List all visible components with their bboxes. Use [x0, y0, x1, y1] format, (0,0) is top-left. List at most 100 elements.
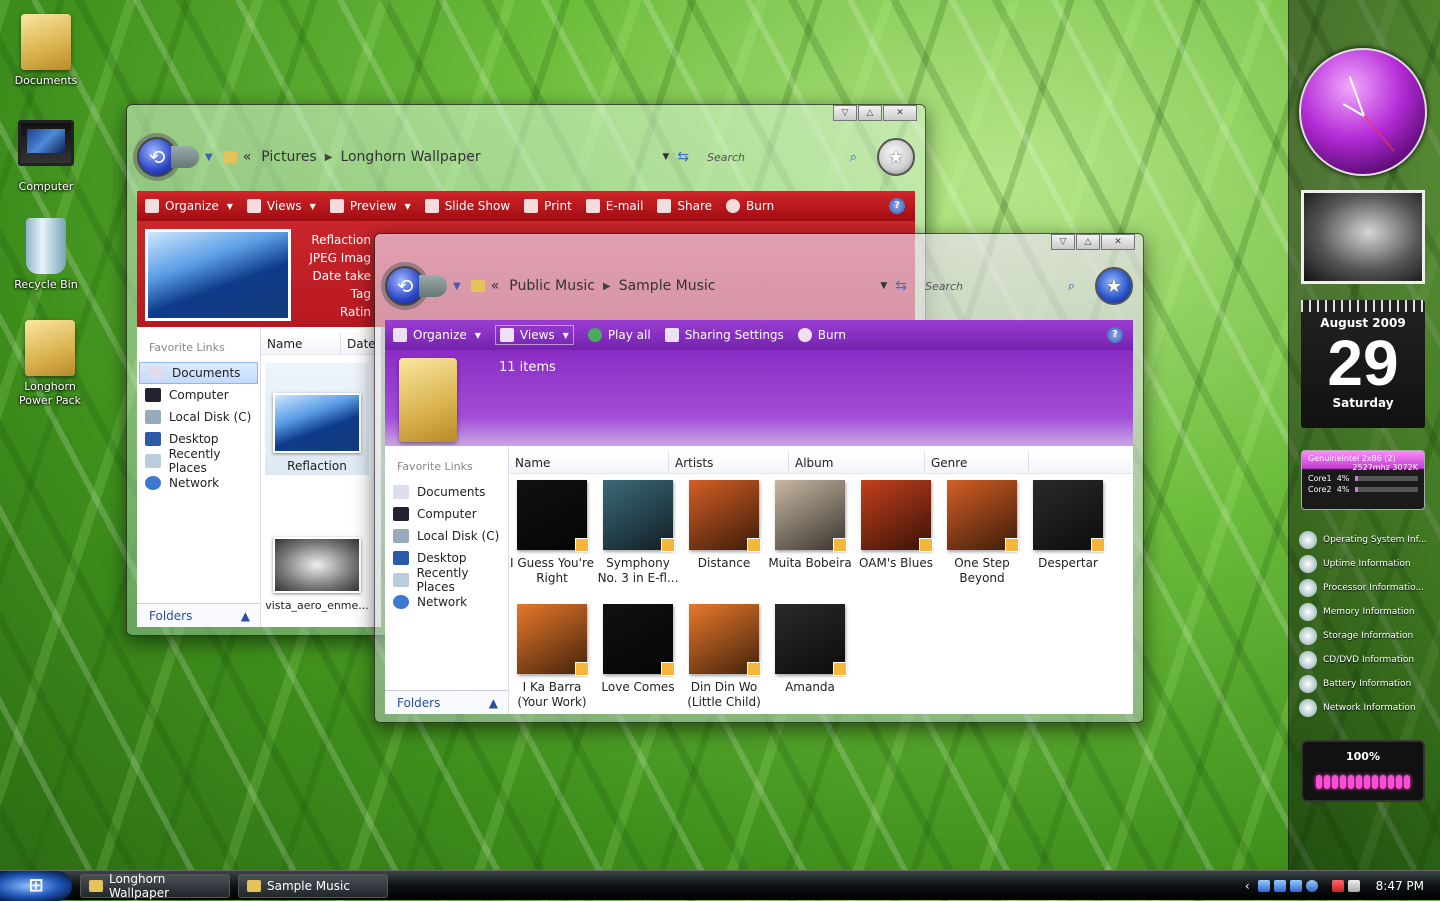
window-music[interactable]: ▽ △ ✕ ⟲ ▼ « Public Music ▶ Sample Music … — [374, 233, 1144, 723]
breadcrumb-sample-music[interactable]: Sample Music — [619, 278, 716, 294]
close-button[interactable]: ✕ — [1101, 234, 1135, 250]
album-tile[interactable]: I Guess You're Right — [509, 480, 595, 586]
album-tile[interactable]: I Ka Barra (Your Work) — [509, 604, 595, 710]
nav-item-recent-places[interactable]: Recently Places — [137, 447, 260, 475]
refresh-icon[interactable]: ⇆ — [895, 278, 907, 294]
file-item[interactable]: vista_aero_enme... — [265, 537, 369, 612]
nav-item-documents[interactable]: Documents — [139, 362, 258, 384]
tray-app-icon[interactable] — [1305, 879, 1318, 892]
address-dropdown-icon[interactable]: ▼ — [662, 152, 669, 162]
nav-item-network[interactable]: Network — [385, 591, 508, 613]
file-item[interactable]: Reflaction — [265, 363, 369, 475]
email-button[interactable]: E-mail — [585, 199, 643, 213]
column-album[interactable]: Album — [789, 452, 925, 473]
breadcrumb-public-music[interactable]: Public Music — [509, 278, 595, 294]
volume-icon[interactable] — [1347, 879, 1360, 892]
start-button[interactable]: ⊞ — [0, 870, 72, 901]
sysinfo-cddvd[interactable]: CD/DVD Information — [1299, 648, 1435, 672]
print-button[interactable]: Print — [524, 199, 572, 213]
breadcrumb-prefix[interactable]: « — [243, 149, 252, 165]
organize-button[interactable]: Organize ▼ — [393, 328, 481, 342]
sysinfo-uptime[interactable]: Uptime Information — [1299, 552, 1435, 576]
slide-show-button[interactable]: Slide Show — [424, 199, 510, 213]
forward-button[interactable] — [171, 146, 199, 168]
minimize-button[interactable]: ▽ — [1051, 234, 1075, 250]
album-tile[interactable]: Muita Bobeira — [767, 480, 853, 571]
desktop-icon-documents[interactable]: Documents — [6, 14, 86, 87]
minimize-button[interactable]: ▽ — [833, 105, 857, 121]
clock-time[interactable]: 8:47 PM — [1376, 879, 1424, 893]
clock-gadget[interactable] — [1299, 48, 1427, 176]
help-icon[interactable]: ? — [1107, 327, 1123, 343]
nav-item-network[interactable]: Network — [137, 472, 260, 494]
help-icon[interactable]: ? — [889, 198, 905, 214]
history-dropdown[interactable]: ▼ — [205, 152, 213, 163]
album-tile[interactable]: Distance — [681, 480, 767, 571]
desktop-icon-computer[interactable]: Computer — [6, 120, 86, 193]
album-tile[interactable]: One Step Beyond — [939, 480, 1025, 586]
burn-button[interactable]: Burn — [797, 328, 846, 342]
album-tile[interactable]: OAM's Blues — [853, 480, 939, 571]
taskbar-button-longhorn-wallpaper[interactable]: Longhorn Wallpaper — [80, 872, 230, 900]
close-button[interactable]: ✕ — [883, 105, 917, 121]
refresh-icon[interactable]: ⇆ — [677, 149, 689, 165]
nav-item-computer[interactable]: Computer — [137, 384, 260, 406]
desktop-icon-recycle-bin[interactable]: Recycle Bin — [6, 218, 86, 291]
preview-button[interactable]: Preview ▼ — [329, 199, 411, 213]
nav-item-local-disk[interactable]: Local Disk (C) — [385, 525, 508, 547]
album-tile[interactable]: Din Din Wo (Little Child) — [681, 604, 767, 710]
views-button[interactable]: Views ▼ — [246, 199, 316, 213]
network-icon[interactable] — [1331, 879, 1344, 892]
sysinfo-memory[interactable]: Memory Information — [1299, 600, 1435, 624]
maximize-button[interactable]: △ — [1076, 234, 1100, 250]
sharing-settings-button[interactable]: Sharing Settings — [664, 328, 784, 342]
history-dropdown[interactable]: ▼ — [453, 281, 461, 292]
forward-button[interactable] — [419, 275, 447, 297]
search-input[interactable]: Search ⌕ — [697, 145, 867, 169]
sysinfo-storage[interactable]: Storage Information — [1299, 624, 1435, 648]
album-tile[interactable]: Despertar — [1025, 480, 1111, 571]
nav-item-documents[interactable]: Documents — [385, 481, 508, 503]
column-genre[interactable]: Genre — [925, 452, 1029, 473]
folders-toggle[interactable]: Folders ▲ — [137, 603, 260, 627]
share-button[interactable]: Share — [657, 199, 712, 213]
nav-item-local-disk[interactable]: Local Disk (C) — [137, 406, 260, 428]
album-tile[interactable]: Love Comes — [595, 604, 681, 695]
breadcrumb-prefix[interactable]: « — [491, 278, 500, 294]
address-dropdown-icon[interactable]: ▼ — [880, 281, 887, 291]
desktop-icon-power-pack[interactable]: Longhorn Power Pack — [10, 320, 90, 408]
folders-toggle[interactable]: Folders ▲ — [385, 690, 508, 714]
sysinfo-processor[interactable]: Processor Informatio... — [1299, 576, 1435, 600]
nav-item-recent-places[interactable]: Recently Places — [385, 566, 508, 594]
burn-button[interactable]: Burn — [726, 199, 774, 213]
sysinfo-os[interactable]: Operating System Inf... — [1299, 528, 1435, 552]
organize-button[interactable]: Organize ▼ — [145, 199, 233, 213]
search-input[interactable]: Search ⌕ — [915, 274, 1085, 298]
search-icon[interactable]: ⌕ — [850, 150, 857, 165]
maximize-button[interactable]: △ — [858, 105, 882, 121]
tray-app-icon[interactable] — [1273, 879, 1286, 892]
slideshow-gadget[interactable] — [1301, 190, 1425, 284]
cpu-meter-gadget[interactable]: GenuineIntel 2x86 (2) 2527mhz 3072K Core… — [1301, 450, 1425, 510]
battery-gadget[interactable]: 100% — [1301, 740, 1425, 802]
breadcrumb-longhorn-wallpaper[interactable]: Longhorn Wallpaper — [340, 149, 480, 165]
address-bar[interactable]: « Public Music ▶ Sample Music ▼ — [467, 273, 887, 299]
play-all-button[interactable]: Play all — [587, 328, 651, 342]
breadcrumb-pictures[interactable]: Pictures — [261, 149, 316, 165]
nav-item-computer[interactable]: Computer — [385, 503, 508, 525]
tray-app-icon[interactable] — [1289, 879, 1302, 892]
breadcrumb-separator-icon[interactable]: ▶ — [325, 152, 333, 163]
column-name[interactable]: Name — [261, 333, 341, 354]
address-bar[interactable]: « Pictures ▶ Longhorn Wallpaper ▼ — [219, 144, 669, 170]
album-tile[interactable]: Symphony No. 3 in E-fl... — [595, 480, 681, 586]
search-icon[interactable]: ⌕ — [1068, 279, 1075, 294]
tray-expand-icon[interactable]: ‹ — [1245, 879, 1250, 893]
sysinfo-network[interactable]: Network Information — [1299, 696, 1435, 720]
tray-app-icon[interactable] — [1257, 879, 1270, 892]
taskbar-button-sample-music[interactable]: Sample Music — [238, 873, 388, 898]
sysinfo-battery[interactable]: Battery Information — [1299, 672, 1435, 696]
favorites-star-button[interactable]: ★ — [1095, 267, 1133, 305]
album-tile[interactable]: Amanda — [767, 604, 853, 695]
favorites-star-button[interactable]: ★ — [877, 138, 915, 176]
views-button[interactable]: Views ▼ — [494, 325, 574, 345]
